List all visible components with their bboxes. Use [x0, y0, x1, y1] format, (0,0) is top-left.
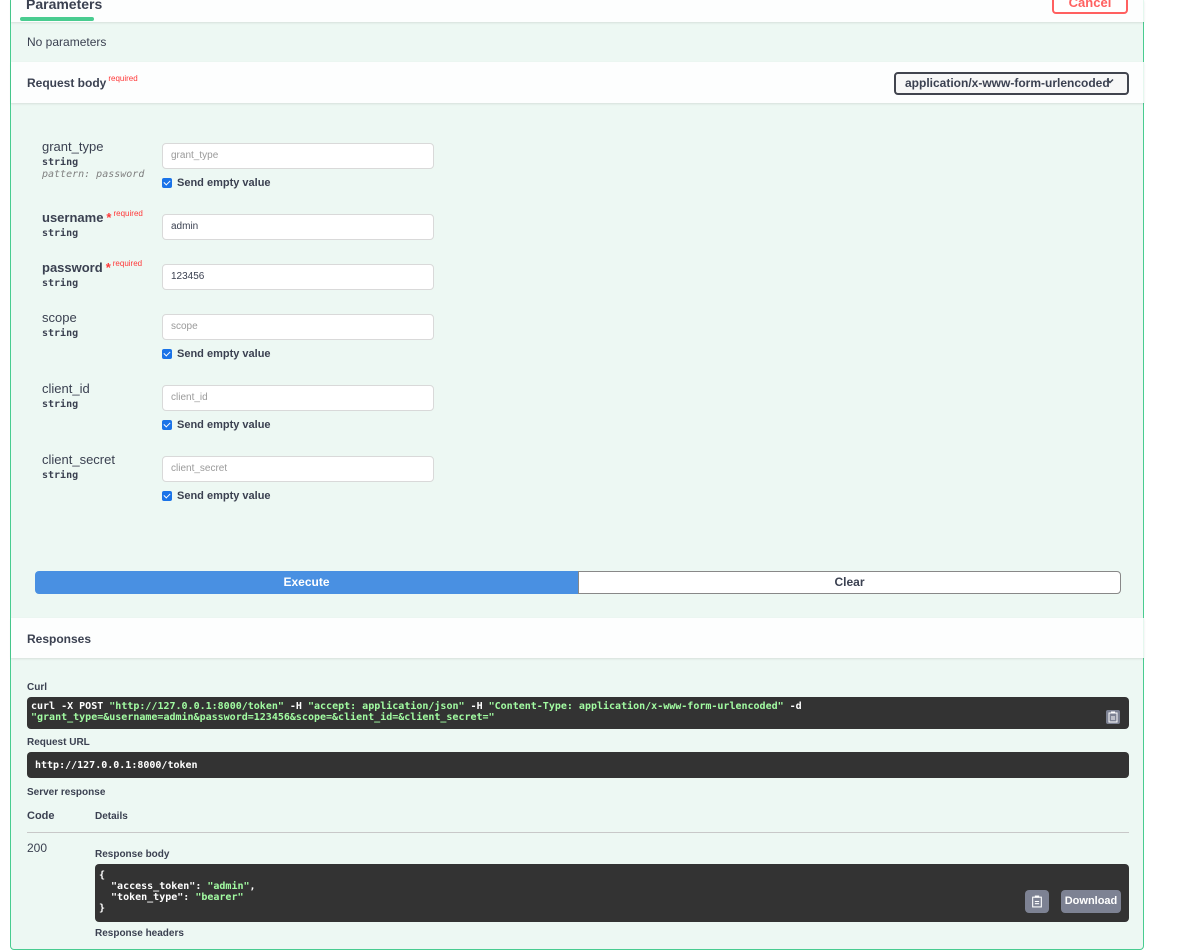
send-empty-client-id[interactable]: Send empty value: [162, 419, 271, 431]
copy-body-button[interactable]: [1025, 890, 1049, 913]
details-column-header: Details: [95, 811, 128, 822]
body-value-access-token: "admin": [207, 881, 250, 892]
required-label: required: [112, 259, 143, 268]
cancel-button[interactable]: Cancel: [1052, 0, 1128, 14]
body-open: {: [99, 870, 106, 881]
field-name-password: password * required: [42, 259, 143, 275]
field-name-client-secret: client_secret: [42, 452, 115, 467]
required-star: *: [105, 260, 111, 275]
field-type-grant-type: string: [42, 157, 79, 168]
request-url-block[interactable]: http://127.0.0.1:8000/token: [27, 752, 1129, 778]
content-type-value: application/x-www-form-urlencoded: [905, 76, 1110, 90]
response-body-label: Response body: [95, 849, 170, 860]
body-key-access-token: "access_token":: [99, 881, 208, 892]
field-name-username: username * required: [42, 209, 143, 225]
send-empty-label: Send empty value: [177, 177, 271, 189]
copy-icon: [1031, 895, 1043, 913]
parameters-header: [11, 0, 1144, 22]
scope-input[interactable]: scope: [162, 314, 434, 340]
code-column-header: Code: [27, 810, 55, 822]
field-type-client-id: string: [42, 399, 79, 410]
password-input[interactable]: 123456: [162, 264, 434, 290]
field-type-password: string: [42, 278, 79, 289]
password-label: password: [42, 260, 103, 275]
curl-h1: -H: [283, 701, 308, 712]
field-name-client-id: client_id: [42, 381, 90, 396]
field-pattern-grant-type: pattern: password: [42, 169, 145, 180]
tab-underline: [20, 17, 94, 21]
request-body-label: Request body: [27, 76, 107, 90]
send-empty-scope[interactable]: Send empty value: [162, 348, 271, 360]
checkbox-checked-icon[interactable]: [162, 178, 172, 188]
responses-title: Responses: [27, 632, 92, 646]
response-body-block[interactable]: { "access_token": "admin", "token_type":…: [95, 864, 1129, 922]
field-name-grant-type: grant_type: [42, 139, 104, 154]
curl-label: Curl: [27, 682, 47, 693]
request-url-label: Request URL: [27, 737, 90, 748]
field-type-username: string: [42, 228, 79, 239]
chevron-down-icon: [1105, 75, 1115, 89]
required-label: required: [113, 209, 143, 218]
username-label: username: [42, 210, 104, 225]
server-response-label: Server response: [27, 787, 106, 798]
body-close: }: [99, 903, 106, 914]
curl-code-block[interactable]: curl -X POST "http://127.0.0.1:8000/toke…: [27, 697, 1129, 729]
field-type-scope: string: [42, 328, 79, 339]
checkbox-checked-icon[interactable]: [162, 420, 172, 430]
curl-accept: "accept: application/json": [307, 701, 465, 712]
divider: [27, 832, 1129, 833]
request-body-title: Request body required: [27, 74, 138, 90]
tab-parameters[interactable]: Parameters: [26, 0, 102, 12]
download-button[interactable]: Download: [1061, 890, 1121, 913]
body-key-token-type: "token_type":: [99, 892, 196, 903]
required-label: required: [108, 74, 138, 83]
field-type-client-secret: string: [42, 470, 79, 481]
curl-url: "http://127.0.0.1:8000/token": [109, 701, 284, 712]
checkbox-checked-icon[interactable]: [162, 349, 172, 359]
copy-icon[interactable]: [1106, 710, 1120, 724]
body-value-token-type: "bearer": [195, 892, 244, 903]
send-empty-grant-type[interactable]: Send empty value: [162, 177, 271, 189]
client-id-input[interactable]: client_id: [162, 385, 434, 411]
username-input[interactable]: admin: [162, 214, 434, 240]
send-empty-client-secret[interactable]: Send empty value: [162, 490, 271, 502]
responses-header: [11, 618, 1144, 658]
curl-h2: -H: [464, 701, 489, 712]
required-star: *: [106, 210, 112, 225]
curl-d: -d: [783, 701, 802, 712]
client-secret-input[interactable]: client_secret: [162, 456, 434, 482]
send-empty-label: Send empty value: [177, 419, 271, 431]
curl-cmd: curl -X POST: [31, 701, 110, 712]
send-empty-label: Send empty value: [177, 490, 271, 502]
clear-button[interactable]: Clear: [578, 571, 1121, 594]
response-code: 200: [27, 841, 48, 855]
content-type-select[interactable]: application/x-www-form-urlencoded: [894, 72, 1129, 95]
send-empty-label: Send empty value: [177, 348, 271, 360]
execute-button[interactable]: Execute: [35, 571, 578, 594]
curl-data: "grant_type=&username=admin&password=123…: [31, 712, 495, 723]
no-parameters-text: No parameters: [27, 35, 107, 49]
field-name-scope: scope: [42, 310, 77, 325]
grant-type-input[interactable]: grant_type: [162, 143, 434, 169]
checkbox-checked-icon[interactable]: [162, 491, 172, 501]
curl-ctype: "Content-Type: application/x-www-form-ur…: [488, 701, 784, 712]
